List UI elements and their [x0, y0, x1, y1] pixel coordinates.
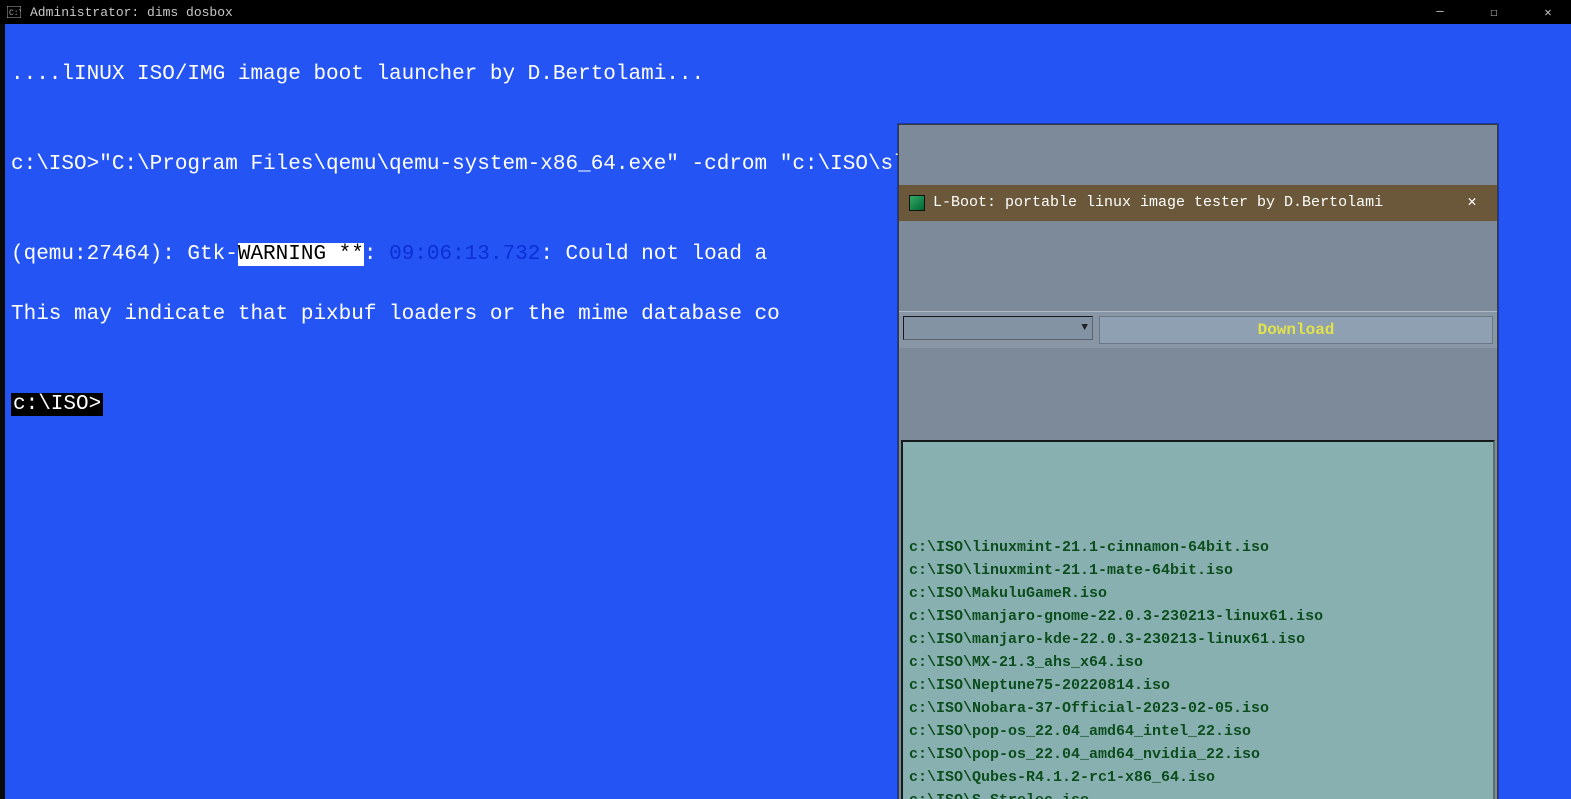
- terminal-line: ....lINUX ISO/IMG image boot launcher by…: [11, 60, 1571, 90]
- window-titlebar: C:\ Administrator: dims dosbox ─ ☐ ✕: [0, 0, 1571, 24]
- timestamp: 09:06:13.732: [389, 243, 540, 266]
- iso-list-item[interactable]: c:\ISO\MakuluGameR.iso: [907, 582, 1491, 605]
- terminal-prompt: c:\ISO>: [11, 393, 103, 416]
- download-button[interactable]: Download: [1099, 316, 1493, 344]
- iso-list-item[interactable]: c:\ISO\Neptune75-20220814.iso: [907, 674, 1491, 697]
- terminal[interactable]: ....lINUX ISO/IMG image boot launcher by…: [0, 24, 1571, 799]
- lboot-close-button[interactable]: ✕: [1457, 188, 1487, 218]
- warning-label: WARNING **: [238, 243, 364, 266]
- window-title: Administrator: dims dosbox: [30, 5, 233, 20]
- iso-list-item[interactable]: c:\ISO\manjaro-kde-22.0.3-230213-linux61…: [907, 628, 1491, 651]
- lboot-app-icon: [909, 195, 925, 211]
- terminal-text: :: [364, 243, 389, 266]
- lboot-title: L-Boot: portable linux image tester by D…: [933, 188, 1383, 218]
- iso-list[interactable]: c:\ISO\linuxmint-21.1-cinnamon-64bit.iso…: [901, 440, 1495, 799]
- lboot-toolbar: ▼ Download: [899, 311, 1497, 348]
- iso-list-item[interactable]: c:\ISO\linuxmint-21.1-cinnamon-64bit.iso: [907, 536, 1491, 559]
- iso-list-item[interactable]: c:\ISO\S Strelec.iso: [907, 789, 1491, 799]
- minimize-button[interactable]: ─: [1417, 0, 1463, 24]
- iso-list-item[interactable]: c:\ISO\MX-21.3_ahs_x64.iso: [907, 651, 1491, 674]
- iso-list-item[interactable]: c:\ISO\manjaro-gnome-22.0.3-230213-linux…: [907, 605, 1491, 628]
- lboot-window: L-Boot: portable linux image tester by D…: [898, 124, 1498, 799]
- iso-list-item[interactable]: c:\ISO\pop-os_22.04_amd64_nvidia_22.iso: [907, 743, 1491, 766]
- lboot-combo[interactable]: ▼: [903, 316, 1093, 340]
- iso-list-item[interactable]: c:\ISO\Qubes-R4.1.2-rc1-x86_64.iso: [907, 766, 1491, 789]
- terminal-text: (qemu:27464): Gtk-: [11, 243, 238, 266]
- cmd-icon: C:\: [6, 4, 22, 20]
- maximize-button[interactable]: ☐: [1471, 0, 1517, 24]
- close-button[interactable]: ✕: [1525, 0, 1571, 24]
- svg-text:C:\: C:\: [9, 9, 21, 18]
- iso-list-item[interactable]: c:\ISO\pop-os_22.04_amd64_intel_22.iso: [907, 720, 1491, 743]
- iso-list-item[interactable]: c:\ISO\linuxmint-21.1-mate-64bit.iso: [907, 559, 1491, 582]
- chevron-down-icon: ▼: [1081, 313, 1088, 343]
- lboot-titlebar[interactable]: L-Boot: portable linux image tester by D…: [899, 185, 1497, 221]
- iso-list-item[interactable]: c:\ISO\Nobara-37-Official-2023-02-05.iso: [907, 697, 1491, 720]
- terminal-text: : Could not load a: [540, 243, 767, 266]
